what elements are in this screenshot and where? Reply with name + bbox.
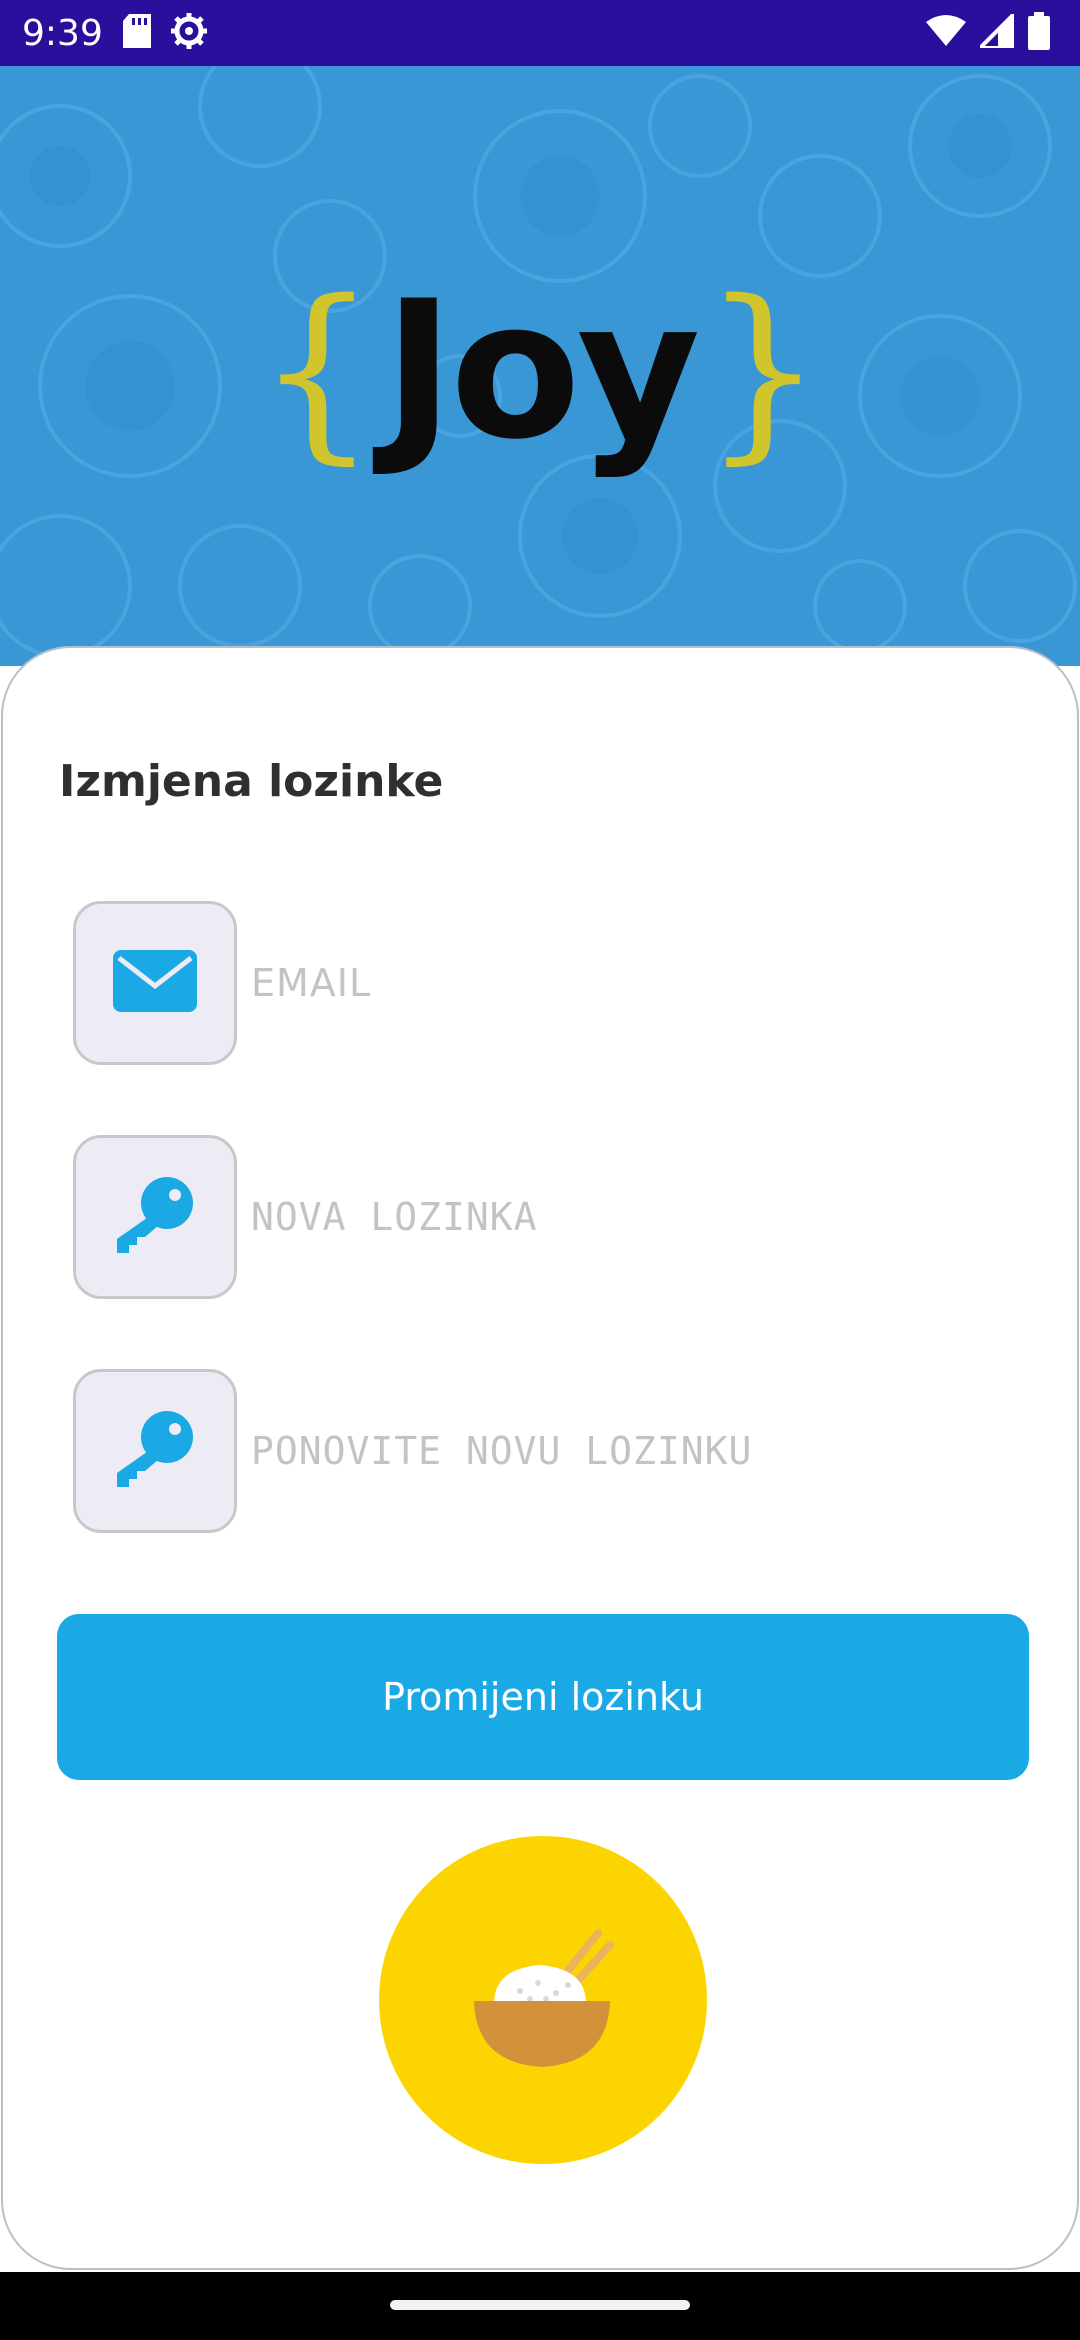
change-password-button[interactable]: Promijeni lozinku — [57, 1614, 1029, 1780]
envelope-icon — [113, 949, 197, 1017]
page-title: Izmjena lozinke — [59, 756, 444, 807]
food-badge — [379, 1836, 707, 2164]
joy-logo: { Joy } — [0, 276, 1080, 466]
logo-open-brace: { — [256, 260, 378, 481]
home-gesture-handle[interactable] — [390, 2300, 690, 2310]
repeat-password-input[interactable] — [251, 1401, 1011, 1501]
email-input[interactable] — [251, 933, 1011, 1033]
change-password-card: Izmjena lozinke Promijeni lozinku — [1, 646, 1079, 2270]
status-time: 9:39 — [22, 12, 103, 54]
key-icon — [113, 1173, 197, 1262]
key-icon — [113, 1407, 197, 1496]
new-password-field-row — [73, 1134, 1023, 1300]
header-banner: { Joy } — [0, 66, 1080, 666]
sd-card-icon — [122, 13, 151, 53]
new-password-input[interactable] — [251, 1167, 1011, 1267]
signal-icon — [975, 9, 1016, 53]
key-icon-box — [73, 1135, 237, 1299]
repeat-password-field-row — [73, 1368, 1023, 1534]
email-icon-box — [73, 901, 237, 1065]
settings-gear-icon — [169, 11, 209, 56]
logo-close-brace: } — [702, 260, 824, 481]
logo-text: Joy — [383, 260, 700, 481]
rice-bowl-icon — [458, 1913, 628, 2088]
key-icon-box — [73, 1369, 237, 1533]
battery-icon — [1028, 12, 1050, 55]
wifi-icon — [926, 14, 966, 53]
system-navigation-bar — [0, 2272, 1080, 2340]
email-field-row — [73, 900, 1023, 1066]
status-bar: 9:39 — [0, 0, 1080, 66]
